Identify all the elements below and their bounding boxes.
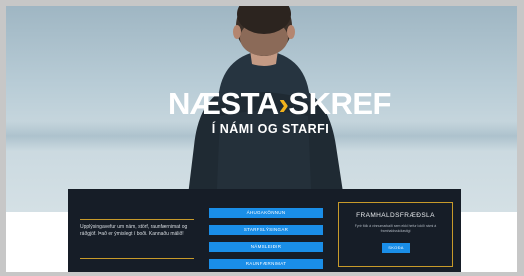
card-title: FRAMHALDSFRÆÐSLA (356, 212, 435, 219)
skills-assessment-button[interactable]: Raunfærnimat (209, 259, 323, 269)
hero-banner: NÆSTA›SKREF Í NÁMI OG STARFI (6, 6, 517, 212)
intro-text: Upplýsingavefur um nám, störf, raunfærni… (80, 224, 188, 237)
interest-survey-button[interactable]: Áhugakönnun (209, 208, 323, 218)
logo: NÆSTA›SKREF Í NÁMI OG STARFI (168, 86, 391, 149)
logo-tagline: Í NÁMI OG STARFI (211, 122, 330, 136)
job-descriptions-button[interactable]: Starfslýsingar (209, 225, 323, 235)
page-frame: NÆSTA›SKREF Í NÁMI OG STARFI Upplýsingav… (6, 6, 517, 272)
view-button[interactable]: SKOÐA (382, 243, 410, 253)
logo-word-right: SKREF (288, 86, 391, 121)
info-panel: Upplýsingavefur um nám, störf, raunfærni… (68, 189, 461, 272)
continuing-education-card: FRAMHALDSFRÆÐSLA Fyrir fólk á vinnumarka… (338, 202, 453, 267)
card-description: Fyrir fólk á vinnumarkaði sem ekki hefur… (354, 224, 437, 233)
logo-chevron: › (278, 86, 289, 121)
logo-word-left: NÆSTA (168, 86, 279, 121)
study-paths-button[interactable]: Námsleiðir (209, 242, 323, 252)
logo-wordmark: NÆSTA›SKREF (168, 86, 391, 121)
intro-top-rule (80, 219, 194, 220)
intro-bottom-rule (80, 258, 194, 259)
